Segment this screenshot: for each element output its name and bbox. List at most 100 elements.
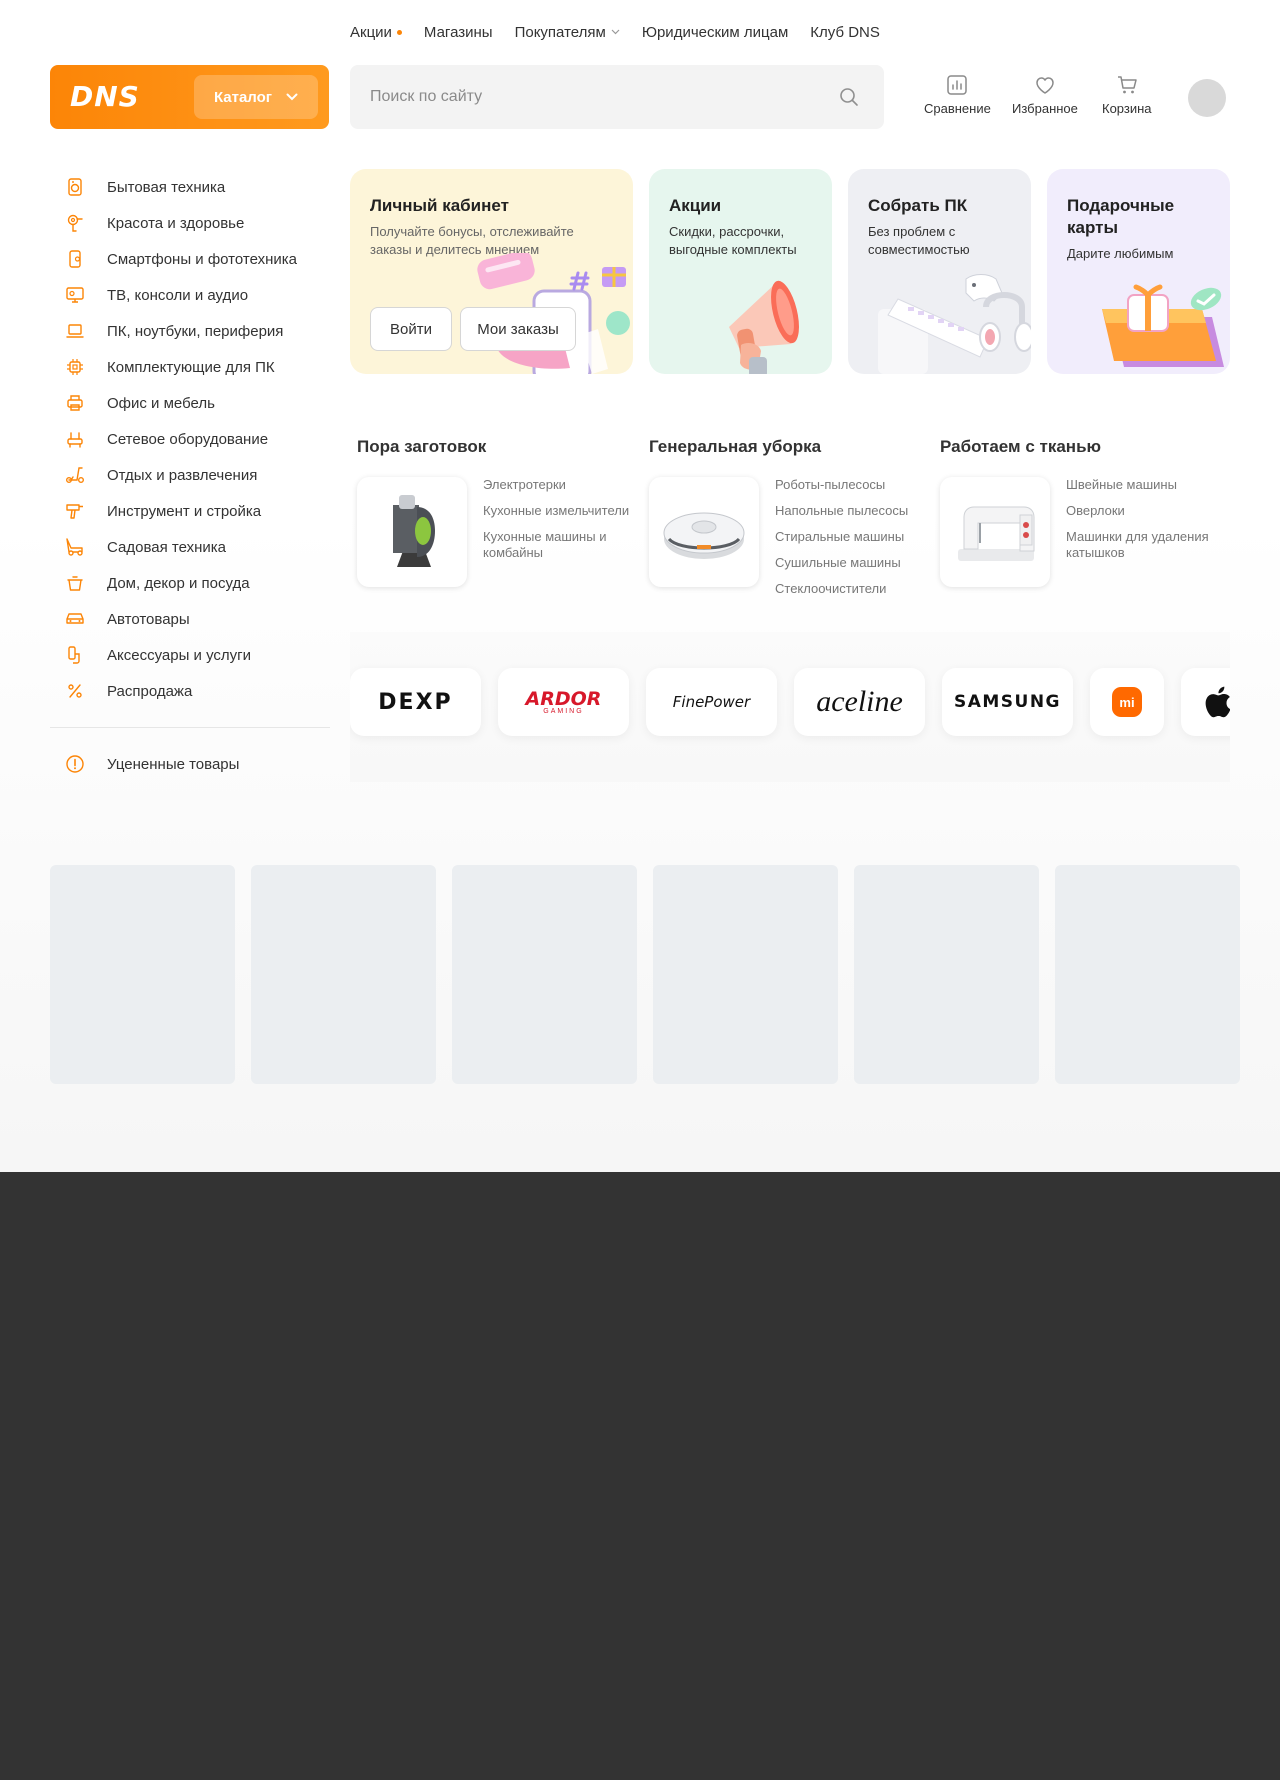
sidebar-item-label: Автотовары bbox=[107, 610, 190, 628]
nav-business-link[interactable]: Юридическим лицам bbox=[642, 24, 788, 41]
header-logo-block: DNS Каталог bbox=[50, 65, 329, 129]
dns-logo[interactable]: DNS bbox=[70, 80, 140, 113]
robot-vacuum-product-image[interactable] bbox=[649, 477, 759, 587]
category-link[interactable]: Роботы-пылесосы bbox=[775, 477, 925, 493]
search-input[interactable] bbox=[350, 65, 820, 129]
brand-finepower[interactable]: FinePower bbox=[646, 668, 777, 736]
group-links-fabric: Швейные машины Оверлоки Машинки для удал… bbox=[1066, 477, 1226, 571]
heart-icon bbox=[1036, 77, 1054, 94]
brand-xiaomi[interactable]: mi bbox=[1090, 668, 1164, 736]
sidebar-item-label: Аксессуары и услуги bbox=[107, 646, 252, 664]
login-button[interactable]: Войти bbox=[370, 307, 452, 351]
sidebar-item-appliances[interactable]: Бытовая техника bbox=[50, 169, 330, 205]
chip-icon bbox=[62, 357, 88, 377]
sidebar-item-home[interactable]: Дом, декор и посуда bbox=[50, 565, 330, 601]
sidebar-item-discounted[interactable]: Уцененные товары bbox=[50, 746, 330, 782]
group-links-preserves: Электротерки Кухонные измельчители Кухон… bbox=[483, 477, 633, 571]
brand-dexp[interactable]: DEXP bbox=[350, 668, 481, 736]
sidebar-item-sale[interactable]: Распродажа bbox=[50, 673, 330, 709]
gift-cards-card[interactable]: Подарочные карты Дарите любимым bbox=[1047, 169, 1230, 374]
category-link[interactable]: Электротерки bbox=[483, 477, 633, 493]
category-link[interactable]: Швейные машины bbox=[1066, 477, 1226, 493]
pc-parts-illustration bbox=[878, 274, 1031, 374]
category-link[interactable]: Напольные пылесосы bbox=[775, 503, 925, 519]
nav-stores-link[interactable]: Магазины bbox=[424, 24, 493, 41]
pot-icon bbox=[62, 573, 88, 593]
category-link[interactable]: Машинки для удаления катышков bbox=[1066, 529, 1226, 561]
card-subtitle: Дарите любимым bbox=[1067, 246, 1174, 261]
category-link[interactable]: Кухонные измельчители bbox=[483, 503, 633, 519]
scooter-icon bbox=[62, 465, 88, 485]
favorites-label: Избранное bbox=[1012, 101, 1078, 116]
category-link[interactable]: Сушильные машины bbox=[775, 555, 925, 571]
nav-club-link[interactable]: Клуб DNS bbox=[810, 24, 880, 41]
nav-customers-link[interactable]: Покупателям bbox=[515, 24, 620, 41]
sidebar-item-leisure[interactable]: Отдых и развлечения bbox=[50, 457, 330, 493]
hair-dryer-icon bbox=[62, 213, 88, 233]
sidebar-item-label: Красота и здоровье bbox=[107, 214, 245, 232]
category-link[interactable]: Стеклоочистители bbox=[775, 581, 925, 597]
washing-machine-icon bbox=[62, 177, 88, 197]
cart-button[interactable]: Корзина bbox=[1102, 74, 1152, 116]
sidebar-item-components[interactable]: Комплектующие для ПК bbox=[50, 349, 330, 385]
footer bbox=[0, 1172, 1280, 1780]
xiaomi-logo: mi bbox=[1112, 687, 1142, 717]
catalog-button-label: Каталог bbox=[213, 88, 273, 106]
brands-carousel: DEXP ARDOR GAMING FinePower aceline SAMS… bbox=[350, 632, 1230, 782]
smartphone-icon bbox=[62, 249, 88, 269]
sidebar-item-smartphones[interactable]: Смартфоны и фототехника bbox=[50, 241, 330, 277]
sidebar-item-label: Отдых и развлечения bbox=[107, 466, 258, 484]
account-card[interactable]: Личный кабинет Получайте бонусы, отслежи… bbox=[350, 169, 633, 374]
search-box bbox=[350, 65, 884, 129]
group-title-cleaning[interactable]: Генеральная уборка bbox=[649, 437, 821, 457]
nav-promo-link[interactable]: Акции bbox=[350, 24, 402, 41]
catalog-button[interactable]: Каталог bbox=[194, 75, 318, 119]
lawn-mower-icon bbox=[62, 537, 88, 557]
sidebar-item-label: Офис и мебель bbox=[107, 394, 215, 412]
sidebar-item-tools[interactable]: Инструмент и стройка bbox=[50, 493, 330, 529]
search-icon[interactable] bbox=[839, 87, 859, 107]
catalog-sidebar: Бытовая техника Красота и здоровье Смарт… bbox=[50, 169, 330, 782]
category-link[interactable]: Кухонные машины и комбайны bbox=[483, 529, 633, 561]
accessories-icon bbox=[62, 645, 88, 665]
dexp-logo: DEXP bbox=[378, 689, 453, 715]
sidebar-item-beauty[interactable]: Красота и здоровье bbox=[50, 205, 330, 241]
sidebar-item-accessories[interactable]: Аксессуары и услуги bbox=[50, 637, 330, 673]
brand-apple[interactable] bbox=[1181, 668, 1230, 736]
finepower-logo: FinePower bbox=[672, 693, 751, 711]
avatar[interactable] bbox=[1188, 79, 1226, 117]
sidebar-item-auto[interactable]: Автотовары bbox=[50, 601, 330, 637]
category-link[interactable]: Оверлоки bbox=[1066, 503, 1226, 519]
sidebar-item-pc[interactable]: ПК, ноутбуки, периферия bbox=[50, 313, 330, 349]
sidebar-item-garden[interactable]: Садовая техника bbox=[50, 529, 330, 565]
router-icon bbox=[62, 429, 88, 449]
card-subtitle: Скидки, рассрочки, выгодные комплекты bbox=[669, 224, 797, 257]
grater-product-image[interactable] bbox=[357, 477, 467, 587]
compare-icon bbox=[947, 75, 968, 95]
sewing-machine-product-image[interactable] bbox=[940, 477, 1050, 587]
build-pc-card[interactable]: Собрать ПК Без проблем с совместимостью bbox=[848, 169, 1031, 374]
compare-button[interactable]: Сравнение bbox=[924, 74, 991, 116]
sidebar-item-office[interactable]: Офис и мебель bbox=[50, 385, 330, 421]
product-card-skeleton bbox=[1055, 865, 1240, 1084]
samsung-logo: SAMSUNG bbox=[953, 692, 1062, 712]
nav-customers-label: Покупателям bbox=[514, 23, 606, 41]
cart-icon bbox=[1117, 76, 1137, 94]
sidebar-item-tv[interactable]: ТВ, консоли и аудио bbox=[50, 277, 330, 313]
sidebar-item-label: ТВ, консоли и аудио bbox=[107, 286, 249, 304]
card-title: Подарочные карты bbox=[1067, 196, 1175, 237]
exclamation-circle-icon bbox=[62, 754, 88, 774]
group-title-fabric[interactable]: Работаем с тканью bbox=[940, 437, 1101, 457]
my-orders-button[interactable]: Мои заказы bbox=[460, 307, 576, 351]
brand-ardor[interactable]: ARDOR GAMING bbox=[498, 668, 629, 736]
group-title-preserves[interactable]: Пора заготовок bbox=[357, 437, 486, 457]
brand-aceline[interactable]: aceline bbox=[794, 668, 925, 736]
chevron-down-icon bbox=[286, 93, 298, 101]
promo-card[interactable]: Акции Скидки, рассрочки, выгодные компле… bbox=[649, 169, 832, 374]
brand-samsung[interactable]: SAMSUNG bbox=[942, 668, 1073, 736]
favorites-button[interactable]: Избранное bbox=[1012, 74, 1078, 116]
sidebar-item-network[interactable]: Сетевое оборудование bbox=[50, 421, 330, 457]
category-link[interactable]: Стиральные машины bbox=[775, 529, 925, 545]
product-card-skeleton bbox=[452, 865, 637, 1084]
nav-promo-label: Акции bbox=[350, 23, 392, 41]
